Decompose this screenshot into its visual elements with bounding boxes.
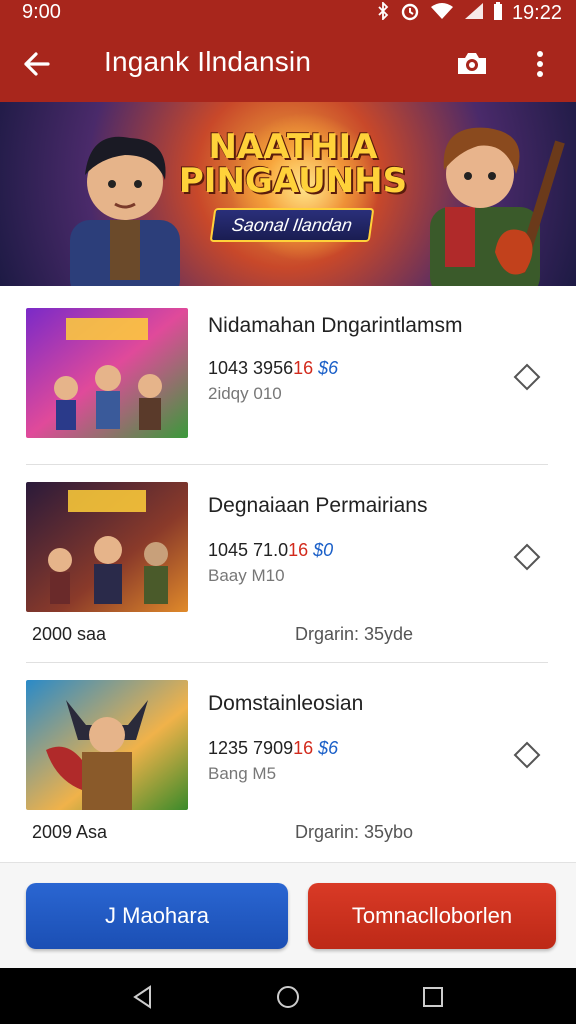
camera-icon [458,53,486,74]
game-thumbnail [26,680,188,810]
status-bar: 9:00 19:22 [0,0,576,26]
alarm-icon [400,1,420,26]
arrow-left-icon [24,52,50,76]
item-price: 1235 790916 $6 [208,738,338,759]
divider [26,662,548,663]
item-price-red: 16 [293,358,314,378]
item-title: Domstainleosian [208,692,364,715]
favorite-button[interactable] [512,740,542,770]
favorite-button[interactable] [512,542,542,572]
item-price-main: 1045 71.0 [208,540,289,560]
divider [26,464,548,465]
item-subtitle: Baay M10 [208,566,285,585]
battery-icon [493,2,502,25]
item-price: 1045 71.016 $0 [208,540,333,561]
signal-icon [464,2,484,25]
secondary-action-button[interactable]: Tomnaclloborlen [308,883,556,949]
banner-title: NAATHIA PINGAUNHS [168,130,418,198]
item-duration: Drgarin: 35yde [295,624,414,644]
item-subtitle: 2idqy 010 [208,384,282,403]
item-title: Degnaiaan Permairians [208,494,428,517]
system-nav-bar [0,968,576,1024]
item-title: Nidamahan Dngarintlamsm [208,314,463,337]
banner-hero-right-image [430,127,565,286]
page-title: Ingank Ilndansin [104,46,312,77]
game-thumbnail [26,308,188,438]
bottom-action-bar: J Maohara Tomnaclloborlen [0,862,576,968]
triangle-back-icon [133,985,151,1009]
game-thumbnail [26,482,188,612]
favorite-button[interactable] [512,362,542,392]
item-price-main: 1235 7909 [208,738,294,758]
item-price-main: 1043 3956 [208,358,294,378]
nav-home-button[interactable] [273,982,303,1012]
app-bar: Ingank Ilndansin [0,26,576,102]
nav-back-button[interactable] [128,982,158,1012]
item-price: 1043 395616 $6 [208,358,338,379]
nav-recents-button[interactable] [418,982,448,1012]
camera-button[interactable] [452,44,492,84]
item-price-blue: $0 [313,540,334,560]
banner-subtitle: Saonal Ilandan [209,208,375,242]
status-icons: 19:22 [376,0,562,26]
primary-action-button[interactable]: J Maohara [26,883,288,949]
item-duration: Drgarin: 35ybo [295,822,414,842]
more-vertical-icon [537,51,543,77]
item-release-date: 2009 Asa [32,822,108,842]
diamond-icon [513,741,541,769]
more-options-button[interactable] [520,44,560,84]
status-time: 9:00 [22,1,61,23]
item-price-blue: $6 [318,738,339,758]
bluetooth-icon [376,0,390,25]
square-recents-icon [423,987,443,1007]
circle-home-icon [277,986,299,1008]
banner-title-line2: PINGAUNHS [178,161,408,201]
item-price-red: 16 [293,738,314,758]
wifi-icon [430,2,454,25]
item-price-blue: $6 [318,358,339,378]
diamond-icon [513,363,541,391]
diamond-icon [513,543,541,571]
status-clock: 19:22 [511,2,562,24]
item-price-red: 16 [288,540,309,560]
banner-title-line1: NAATHIA [208,127,378,167]
item-subtitle: Bang M5 [208,764,277,783]
back-button[interactable] [18,44,58,84]
promo-banner[interactable]: NAATHIA PINGAUNHS Saonal Ilandan [0,102,576,286]
item-release-date: 2000 saa [32,624,107,644]
